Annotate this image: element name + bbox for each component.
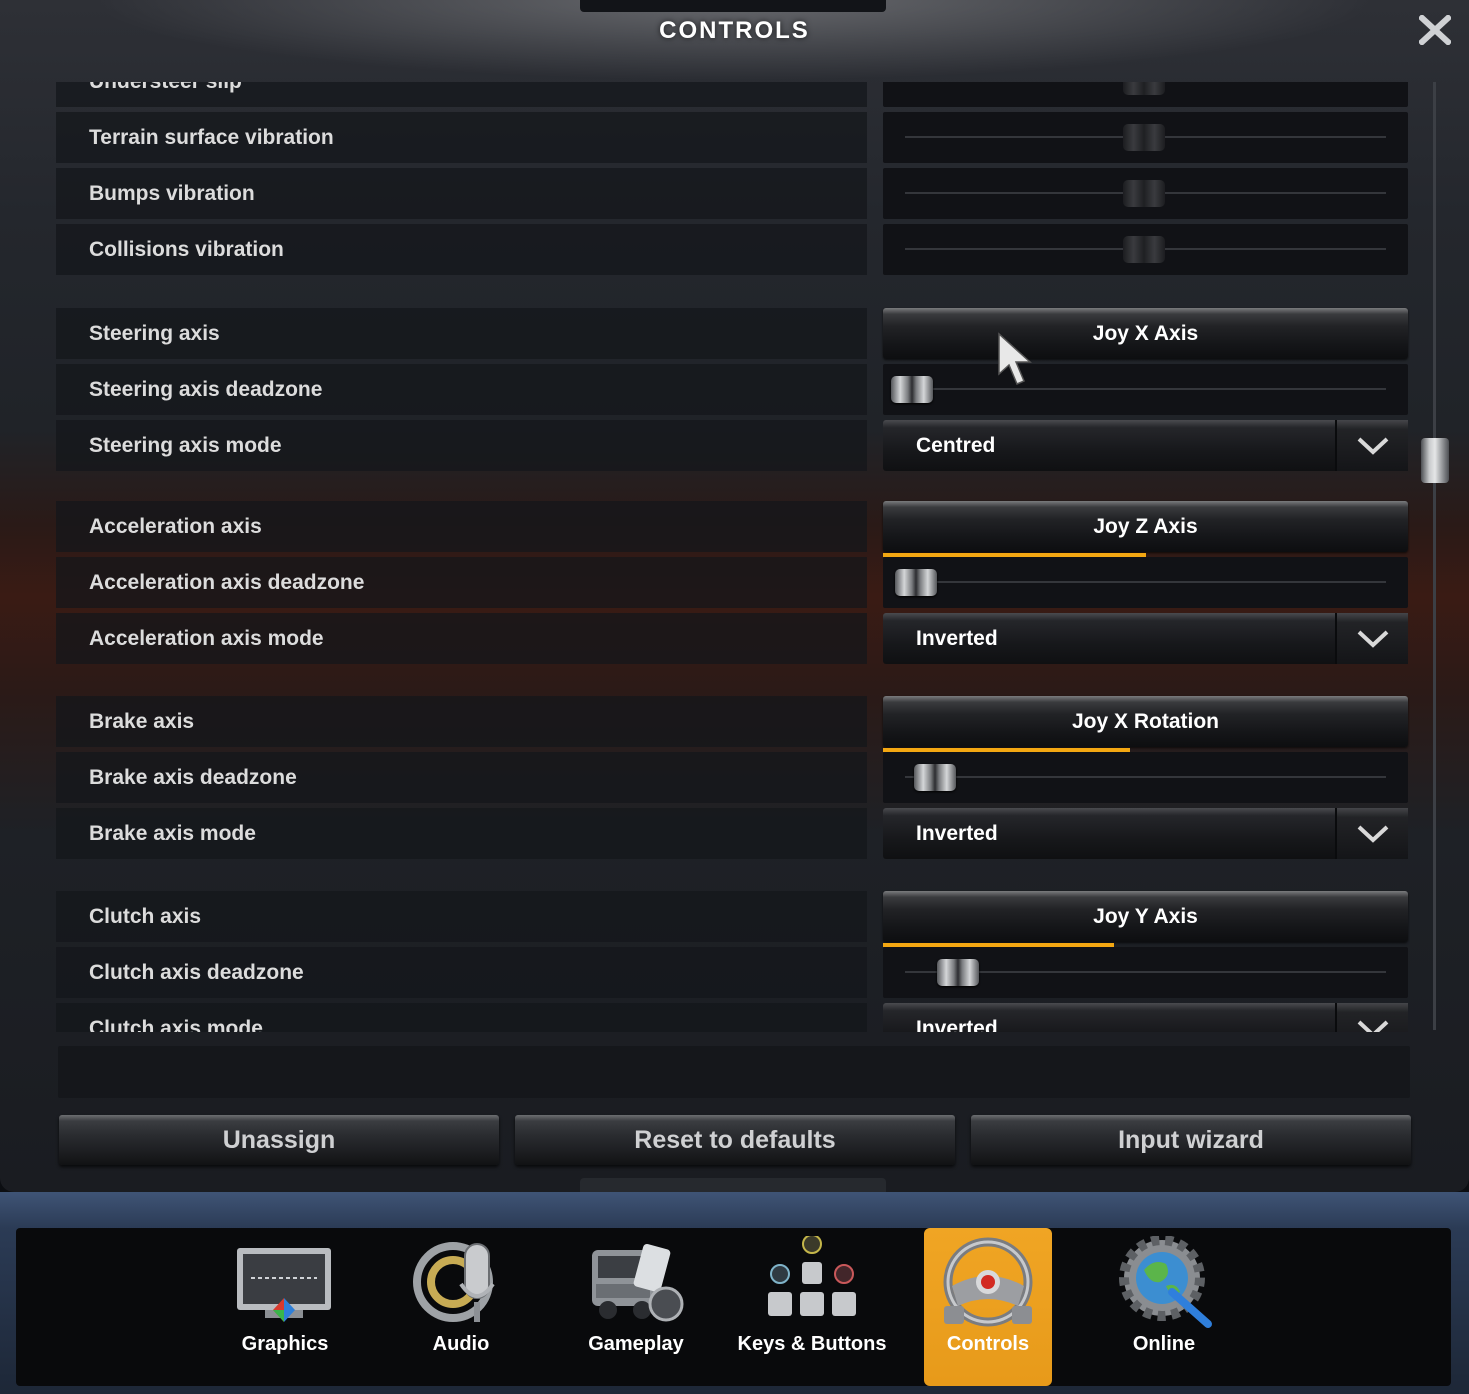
brake-mode-dropdown[interactable]: Inverted <box>883 808 1408 859</box>
row-label-understeer-slip: Understeer slip <box>56 82 867 107</box>
steering-wheel-icon <box>943 1237 1033 1327</box>
steering-axis-binding-button[interactable]: Joy X Axis <box>883 308 1408 359</box>
steering-deadzone-slider[interactable] <box>883 364 1408 415</box>
row-label-collisions-vibration: Collisions vibration <box>56 224 867 275</box>
nav-label: Online <box>1132 1333 1196 1355</box>
truck-icon <box>592 1244 684 1322</box>
acceleration-mode-dropdown[interactable]: Inverted <box>883 613 1408 664</box>
clutch-mode-dropdown[interactable]: Inverted <box>883 1003 1408 1032</box>
understeer-slip-slider[interactable] <box>883 82 1408 107</box>
row-label-brake-mode: Brake axis mode <box>56 808 867 859</box>
nav-tab-online[interactable]: Online <box>1100 1228 1228 1386</box>
row-label-steering-mode: Steering axis mode <box>56 420 867 471</box>
row-label-acceleration-deadzone: Acceleration axis deadzone <box>56 557 867 608</box>
panel-top-tab <box>580 0 886 12</box>
bumps-vibration-slider[interactable] <box>883 168 1408 219</box>
nav-tab-gameplay[interactable]: Gameplay <box>572 1228 700 1386</box>
dropdown-value: Inverted <box>916 1017 998 1032</box>
reset-defaults-button[interactable]: Reset to defaults <box>515 1115 955 1165</box>
microphone-icon <box>413 1242 495 1322</box>
nav-label: Audio <box>432 1333 490 1355</box>
chevron-down-icon[interactable] <box>1335 613 1408 664</box>
nav-tab-keys-buttons[interactable]: Keys & Buttons <box>738 1228 886 1386</box>
row-label-terrain-vibration: Terrain surface vibration <box>56 112 867 163</box>
dropdown-value: Inverted <box>916 822 998 845</box>
binding-value: Joy Y Axis <box>1093 905 1198 928</box>
settings-list[interactable]: Understeer slip Terrain surface vibratio… <box>56 82 1410 1032</box>
row-label-brake-axis: Brake axis <box>56 696 867 747</box>
row-label-clutch-deadzone: Clutch axis deadzone <box>56 947 867 998</box>
chevron-down-icon[interactable] <box>1335 420 1408 471</box>
slider-knob[interactable] <box>1123 180 1165 207</box>
scrollbar-track[interactable] <box>1433 82 1436 1030</box>
slider-knob[interactable] <box>937 959 979 986</box>
slider-knob[interactable] <box>1123 82 1165 95</box>
nav-label: Gameplay <box>588 1333 684 1355</box>
row-label-steering-deadzone: Steering axis deadzone <box>56 364 867 415</box>
slider-knob[interactable] <box>914 764 956 791</box>
clutch-deadzone-slider[interactable] <box>883 947 1408 998</box>
panel-bottom-tab <box>580 1178 886 1192</box>
binding-value: Joy Z Axis <box>1093 515 1198 538</box>
dropdown-value: Centred <box>916 434 996 457</box>
nav-tab-graphics[interactable]: Graphics <box>221 1228 349 1386</box>
row-label-clutch-axis: Clutch axis <box>56 891 867 942</box>
slider-knob[interactable] <box>1123 124 1165 151</box>
steering-mode-dropdown[interactable]: Centred <box>883 420 1408 471</box>
unassign-button[interactable]: Unassign <box>59 1115 499 1165</box>
row-label-bumps-vibration: Bumps vibration <box>56 168 867 219</box>
panel-title: CONTROLS <box>659 17 810 44</box>
slider-knob[interactable] <box>1123 236 1165 263</box>
scrollbar-thumb[interactable] <box>1421 438 1449 483</box>
input-wizard-button[interactable]: Input wizard <box>971 1115 1411 1165</box>
nav-label: Controls <box>946 1333 1030 1355</box>
acceleration-axis-binding-button[interactable]: Joy Z Axis <box>883 501 1408 557</box>
acceleration-deadzone-slider[interactable] <box>883 557 1408 608</box>
gamepad-buttons-icon <box>768 1236 856 1316</box>
globe-gear-icon <box>1119 1236 1212 1328</box>
row-label-clutch-mode: Clutch axis mode <box>56 1003 867 1032</box>
controls-panel: CONTROLS Understeer slip Terrain surface… <box>0 0 1469 1192</box>
row-label-steering-axis: Steering axis <box>56 308 867 359</box>
chevron-down-icon[interactable] <box>1335 808 1408 859</box>
dropdown-value: Inverted <box>916 627 998 650</box>
monitor-icon <box>237 1248 331 1322</box>
nav-tab-controls[interactable]: Controls <box>924 1228 1052 1386</box>
mouse-cursor-icon <box>998 332 1032 385</box>
clutch-axis-binding-button[interactable]: Joy Y Axis <box>883 891 1408 947</box>
brake-deadzone-slider[interactable] <box>883 752 1408 803</box>
slider-knob[interactable] <box>891 376 933 403</box>
row-label-acceleration-axis: Acceleration axis <box>56 501 867 552</box>
nav-label: Graphics <box>241 1333 329 1355</box>
row-label-acceleration-mode: Acceleration axis mode <box>56 613 867 664</box>
description-box <box>58 1046 1410 1098</box>
row-label-brake-deadzone: Brake axis deadzone <box>56 752 867 803</box>
nav-tab-audio[interactable]: Audio <box>397 1228 525 1386</box>
slider-knob[interactable] <box>895 569 937 596</box>
collisions-vibration-slider[interactable] <box>883 224 1408 275</box>
close-icon <box>1419 15 1451 45</box>
chevron-down-icon[interactable] <box>1335 1003 1408 1032</box>
close-button[interactable] <box>1414 12 1456 48</box>
binding-value: Joy X Rotation <box>1071 710 1219 733</box>
terrain-vibration-slider[interactable] <box>883 112 1408 163</box>
nav-label: Keys & Buttons <box>737 1333 887 1355</box>
brake-axis-binding-button[interactable]: Joy X Rotation <box>883 696 1408 752</box>
